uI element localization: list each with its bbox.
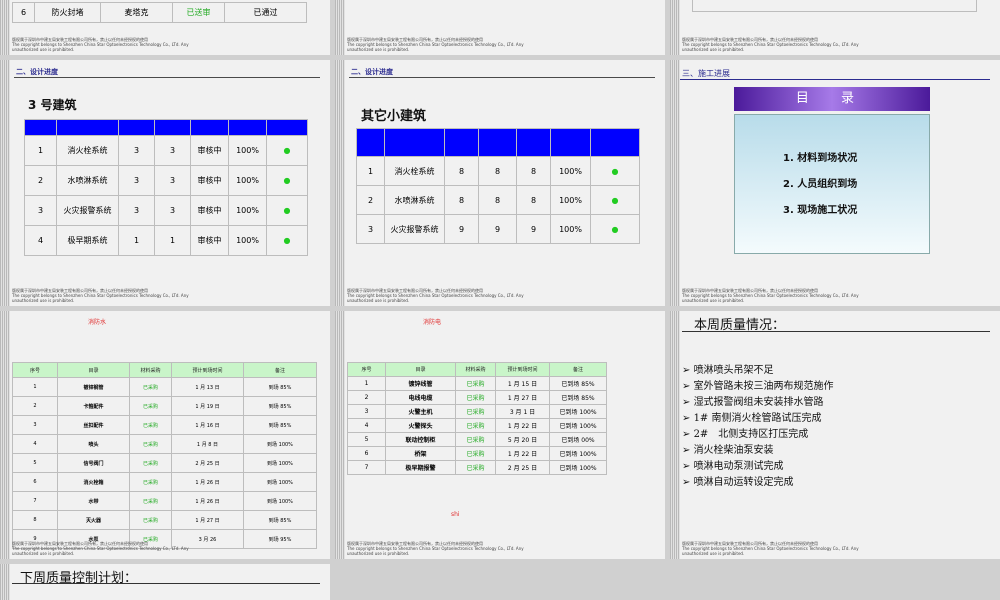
slide-small-buildings: 二、设计进度 其它小建筑 序号 系统 数量 已完成 审核中 比例 备注 1 消火栓… bbox=[335, 60, 665, 306]
section-label: 三、施工进展 bbox=[682, 69, 730, 78]
table-header-row: 序号 目录 材料采购 预计到场时间 备注 bbox=[347, 362, 607, 377]
slide-stripe bbox=[0, 564, 10, 600]
table-row: 6 防火封堵 麦塔克 已送审 已通过 bbox=[12, 2, 307, 23]
slide-weekly-quality: 本周质量情况： 喷淋喷头吊架不足室外管路未按三油两布规范施作湿式报警阀组未安装排… bbox=[670, 311, 1000, 559]
partial-table-fragment bbox=[692, 0, 977, 12]
toc-item: 3. 现场施工状况 bbox=[783, 205, 858, 216]
toc-heading: 目 录 bbox=[734, 87, 930, 111]
slide-fire-water-materials: 消防水 序号 目录 材料采购 预计到场时间 备注 1 镀锌钢管 已采购 1 月 13 … bbox=[0, 311, 330, 559]
table-row: 1 消火栓系统 3 3 审核中 100% ● bbox=[24, 135, 308, 166]
table-header-row: 序号 系统 数量 已完成 审核中 比例 备注 bbox=[356, 128, 640, 157]
table-row: 3 丝扣配件 已采购 1 月 16 日到场 85% bbox=[12, 415, 317, 435]
list-item: 室外管路未按三油两布规范施作 bbox=[682, 379, 834, 395]
list-item: 喷淋自动运转设定完成 bbox=[682, 475, 834, 491]
slide-next-week-plan: 下周质量控制计划： bbox=[0, 564, 330, 600]
design-progress-table: 序号 系统 数量 已完成 审核中 比例 备注 1 消火栓系统 8 8 8 100% ● 2 水喷… bbox=[356, 128, 640, 244]
table-header-row: 序号 系统 数量 已完成 审核中 比例 备注 bbox=[24, 119, 308, 136]
slide-stripe bbox=[335, 0, 345, 55]
list-item: 喷淋电动泵测试完成 bbox=[682, 459, 834, 475]
slide-label: 消防电 bbox=[423, 319, 442, 326]
list-item: 湿式报警阀组未安装排水管路 bbox=[682, 395, 834, 411]
toc-item: 2. 人员组织到场 bbox=[783, 179, 858, 190]
slide-stripe bbox=[335, 311, 345, 559]
slide-stripe bbox=[670, 0, 680, 55]
slide-stripe bbox=[670, 311, 680, 559]
table-header-row: 序号 目录 材料采购 预计到场时间 备注 bbox=[12, 362, 317, 378]
slide-footer: 版权属于深圳市中建五局安装工程有限公司所有，禁止以任何未经授权的使用 The co… bbox=[12, 541, 189, 556]
slide-stripe bbox=[670, 60, 680, 306]
table-row: 4 喷头 已采购 1 月 8 日到场 100% bbox=[12, 434, 317, 454]
section-label: 二、设计进度 bbox=[16, 68, 58, 76]
section-divider bbox=[680, 79, 990, 80]
table-row: 1 消火栓系统 8 8 8 100% ● bbox=[356, 156, 640, 186]
title-underline bbox=[12, 583, 320, 584]
materials-table: 序号 目录 材料采购 预计到场时间 备注 1 镀锌线管 已采购 1 月 15 日已到场… bbox=[347, 362, 607, 475]
table-row: 7 极早期报警 已采购 2 月 25 日已到场 100% bbox=[347, 460, 607, 475]
top-left-table: 6 防火封堵 麦塔克 已送审 已通过 bbox=[12, 2, 307, 23]
table-row: 2 卡箍配件 已采购 1 月 19 日到场 85% bbox=[12, 396, 317, 416]
table-row: 2 水喷淋系统 8 8 8 100% ● bbox=[356, 185, 640, 215]
slide-footer: 版权属于深圳市中建五局安装工程有限公司所有，禁止以任何未经授权的使用 The co… bbox=[347, 288, 524, 303]
slide-footer: 版权属于深圳市中建五局安装工程有限公司所有，禁止以任何未经授权的使用 The co… bbox=[12, 288, 189, 303]
stray-note: shi bbox=[451, 511, 460, 518]
slide-stripe bbox=[0, 0, 10, 55]
table-row: 1 镀锌线管 已采购 1 月 15 日已到场 85% bbox=[347, 376, 607, 391]
table-row: 5 信号阀门 已采购 2 月 25 日到场 100% bbox=[12, 453, 317, 473]
slide-fire-elec-materials: 消防电 序号 目录 材料采购 预计到场时间 备注 1 镀锌线管 已采购 1 月 15 … bbox=[335, 311, 665, 559]
slide-stripe bbox=[335, 60, 345, 306]
slide-footer: 版权属于深圳市中建五局安装工程有限公司所有，禁止以任何未经授权的使用 The co… bbox=[347, 37, 524, 52]
slide-top-left: 6 防火封堵 麦塔克 已送审 已通过 版权属于深圳市中建五局安装工程有限公司所有… bbox=[0, 0, 330, 55]
toc-box: 1. 材料到场状况 2. 人员组织到场 3. 现场施工状况 bbox=[734, 114, 930, 254]
table-row: 6 消火栓箱 已采购 1 月 26 日到场 100% bbox=[12, 472, 317, 492]
table-row: 4 火警探头 已采购 1 月 22 日已到场 100% bbox=[347, 418, 607, 433]
quality-list: 喷淋喷头吊架不足室外管路未按三油两布规范施作湿式报警阀组未安装排水管路1# 南侧… bbox=[682, 363, 834, 491]
title-underline bbox=[682, 331, 990, 332]
table-row: 7 水带 已采购 1 月 26 日到场 100% bbox=[12, 491, 317, 511]
slide-footer: 版权属于深圳市中建五局安装工程有限公司所有，禁止以任何未经授权的使用 The co… bbox=[12, 37, 189, 52]
list-item: 消火栓柴油泵安装 bbox=[682, 443, 834, 459]
slide-top-right: 版权属于深圳市中建五局安装工程有限公司所有，禁止以任何未经授权的使用 The co… bbox=[670, 0, 1000, 55]
list-item: 喷淋喷头吊架不足 bbox=[682, 363, 834, 379]
table-row: 2 电线电缆 已采购 1 月 27 日已到场 85% bbox=[347, 390, 607, 405]
slide-stripe bbox=[0, 311, 10, 559]
table-row: 4 极早期系统 1 1 审核中 100% ● bbox=[24, 225, 308, 256]
table-row: 8 灭火器 已采购 1 月 27 日到场 85% bbox=[12, 510, 317, 530]
slide-title: 3 号建筑 bbox=[28, 98, 77, 112]
slide-footer: 版权属于深圳市中建五局安装工程有限公司所有，禁止以任何未经授权的使用 The co… bbox=[682, 288, 859, 303]
slide-label: 消防水 bbox=[88, 319, 107, 326]
table-row: 3 火警主机 已采购 3 月 1 日已到场 100% bbox=[347, 404, 607, 419]
section-divider bbox=[14, 77, 320, 78]
slide-footer: 版权属于深圳市中建五局安装工程有限公司所有，禁止以任何未经授权的使用 The co… bbox=[682, 541, 859, 556]
slide-building-3: 二、设计进度 3 号建筑 序号 系统 数量 已完成 审核中 比例 备注 1 消火栓… bbox=[0, 60, 330, 306]
table-row: 1 镀锌钢管 已采购 1 月 13 日到场 85% bbox=[12, 377, 317, 397]
toc-item: 1. 材料到场状况 bbox=[783, 153, 858, 164]
list-item: 1# 南侧消火栓管路试压完成 bbox=[682, 411, 834, 427]
design-progress-table: 序号 系统 数量 已完成 审核中 比例 备注 1 消火栓系统 3 3 审核中 100% ● 2… bbox=[24, 119, 308, 256]
slide-contents: 三、施工进展 目 录 1. 材料到场状况 2. 人员组织到场 3. 现场施工状况… bbox=[670, 60, 1000, 306]
section-divider bbox=[349, 77, 655, 78]
slide-title: 其它小建筑 bbox=[361, 109, 427, 124]
slide-stripe bbox=[0, 60, 10, 306]
slide-top-mid: 版权属于深圳市中建五局安装工程有限公司所有，禁止以任何未经授权的使用 The co… bbox=[335, 0, 665, 55]
materials-table: 序号 目录 材料采购 预计到场时间 备注 1 镀锌钢管 已采购 1 月 13 日到场 … bbox=[12, 362, 317, 549]
table-row: 6 桥架 已采购 1 月 22 日已到场 100% bbox=[347, 446, 607, 461]
section-label: 二、设计进度 bbox=[351, 68, 393, 76]
table-row: 5 联动控制柜 已采购 5 月 20 日已到场 00% bbox=[347, 432, 607, 447]
table-row: 2 水喷淋系统 3 3 审核中 100% ● bbox=[24, 165, 308, 196]
list-item: 2# 北侧支持区打压完成 bbox=[682, 427, 834, 443]
slide-footer: 版权属于深圳市中建五局安装工程有限公司所有，禁止以任何未经授权的使用 The co… bbox=[347, 541, 524, 556]
slide-footer: 版权属于深圳市中建五局安装工程有限公司所有，禁止以任何未经授权的使用 The co… bbox=[682, 37, 859, 52]
table-row: 3 火灾报警系统 9 9 9 100% ● bbox=[356, 214, 640, 244]
table-row: 3 火灾报警系统 3 3 审核中 100% ● bbox=[24, 195, 308, 226]
